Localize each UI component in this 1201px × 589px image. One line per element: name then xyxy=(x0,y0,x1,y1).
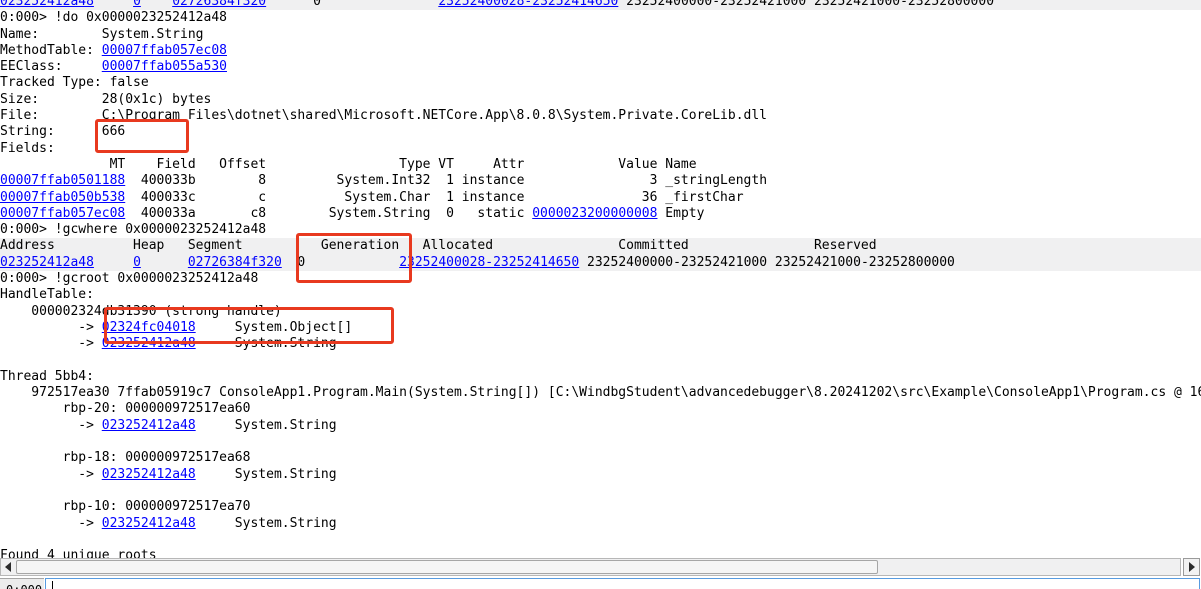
console-line xyxy=(0,532,1201,548)
console-line: -> 023252412a48 System.String xyxy=(0,467,1201,483)
console-line: Size: 28(0x1c) bytes xyxy=(0,92,1201,108)
address-link[interactable]: 00007ffab057ec08 xyxy=(102,43,227,58)
address-link[interactable]: 02726384f320 xyxy=(188,255,282,270)
scrollbar-left-button[interactable] xyxy=(0,558,16,576)
console-line: 023252412a48 0 02726384f320 0 2325240002… xyxy=(0,255,1201,271)
command-prompt-label: 0:000 xyxy=(0,578,44,589)
console-line: 00007ffab050b538 400033c c System.Char 1… xyxy=(0,190,1201,206)
text-caret xyxy=(52,581,53,589)
console-line: 0:000> !gcwhere 0x0000023252412a48 xyxy=(0,222,1201,238)
right-arrow-icon xyxy=(1189,562,1195,572)
address-link[interactable]: 0000023200000008 xyxy=(532,206,657,221)
address-link[interactable]: 0 xyxy=(133,255,141,270)
windbg-command-window: 023252412a48 0 02726384f320 0 2325240002… xyxy=(0,0,1201,589)
console-line: 00007ffab057ec08 400033a c8 System.Strin… xyxy=(0,206,1201,222)
console-line xyxy=(0,483,1201,499)
console-line: Address Heap Segment Generation Allocate… xyxy=(0,238,1201,254)
address-link[interactable]: 23252400028-23252414650 xyxy=(399,255,579,270)
address-link[interactable]: 023252412a48 xyxy=(102,516,196,531)
console-line: Name: System.String xyxy=(0,27,1201,43)
console-line: -> 023252412a48 System.String xyxy=(0,516,1201,532)
console-line: 972517ea30 7ffab05919c7 ConsoleApp1.Prog… xyxy=(0,385,1201,401)
address-link[interactable]: 023252412a48 xyxy=(102,418,196,433)
console-line: Thread 5bb4: xyxy=(0,369,1201,385)
left-arrow-icon xyxy=(5,562,11,572)
address-link[interactable]: 023252412a48 xyxy=(102,467,196,482)
address-link[interactable]: 023252412a48 xyxy=(0,0,94,9)
console-line: Fields: xyxy=(0,141,1201,157)
address-link[interactable]: 00007ffab050b538 xyxy=(0,190,125,205)
console-line: -> 023252412a48 System.String xyxy=(0,336,1201,352)
address-link[interactable]: 02726384f320 xyxy=(172,0,266,9)
console-line: rbp-10: 000000972517ea70 xyxy=(0,499,1201,515)
address-link[interactable]: 0 xyxy=(133,0,141,9)
console-line: 000002324db31390 (strong handle) xyxy=(0,304,1201,320)
console-line: 00007ffab0501188 400033b 8 System.Int32 … xyxy=(0,173,1201,189)
console-line xyxy=(0,434,1201,450)
address-link[interactable]: 02324fc04018 xyxy=(102,320,196,335)
console-line: rbp-20: 000000972517ea60 xyxy=(0,401,1201,417)
console-line: 0:000> !gcroot 0x0000023252412a48 xyxy=(0,271,1201,287)
address-link[interactable]: 023252412a48 xyxy=(102,336,196,351)
console-line: File: C:\Program Files\dotnet\shared\Mic… xyxy=(0,108,1201,124)
scrollbar-right-button[interactable] xyxy=(1183,558,1200,576)
console-line: -> 023252412a48 System.String xyxy=(0,418,1201,434)
console-line: -> 02324fc04018 System.Object[] xyxy=(0,320,1201,336)
console-line: EEClass: 00007ffab055a530 xyxy=(0,59,1201,75)
console-line: MT Field Offset Type VT Attr Value Name xyxy=(0,157,1201,173)
address-link[interactable]: 23252400028-23252414650 xyxy=(438,0,618,9)
address-link[interactable]: 00007ffab055a530 xyxy=(102,59,227,74)
address-link[interactable]: 00007ffab057ec08 xyxy=(0,206,125,221)
console-line: HandleTable: xyxy=(0,287,1201,303)
address-link[interactable]: 00007ffab0501188 xyxy=(0,173,125,188)
console-line xyxy=(0,353,1201,369)
scrollbar-thumb[interactable] xyxy=(16,560,878,574)
console-line: String: 666 xyxy=(0,124,1201,140)
console-line: 0:000> !do 0x0000023252412a48 xyxy=(0,10,1201,26)
console-line: rbp-18: 000000972517ea68 xyxy=(0,450,1201,466)
console-line: 023252412a48 0 02726384f320 0 2325240002… xyxy=(0,0,1201,10)
console-output: 023252412a48 0 02726384f320 0 2325240002… xyxy=(0,0,1201,564)
command-input[interactable] xyxy=(45,578,1200,589)
console-line: Tracked Type: false xyxy=(0,75,1201,91)
address-link[interactable]: 023252412a48 xyxy=(0,255,94,270)
console-line: MethodTable: 00007ffab057ec08 xyxy=(0,43,1201,59)
